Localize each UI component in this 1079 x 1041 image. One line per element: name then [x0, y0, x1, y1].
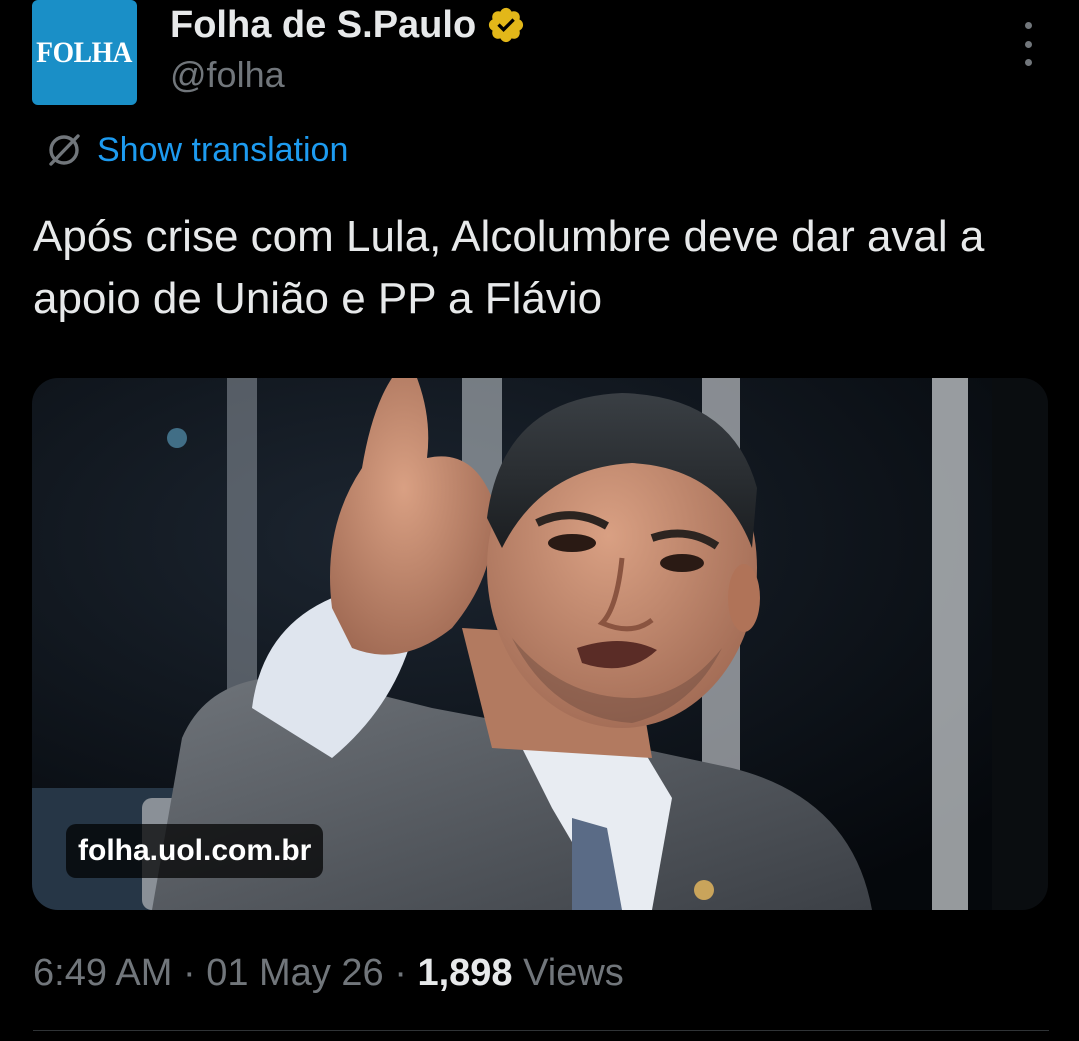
avatar[interactable]: FOLHA: [32, 0, 137, 105]
display-name[interactable]: Folha de S.Paulo: [170, 2, 476, 48]
meta-separator: ·: [394, 952, 407, 994]
link-card[interactable]: folha.uol.com.br: [32, 378, 1048, 910]
avatar-logo-text: FOLHA: [36, 35, 133, 69]
meta-separator: ·: [182, 952, 196, 994]
show-translation-label[interactable]: Show translation: [97, 128, 348, 172]
show-translation-link[interactable]: Show translation: [45, 128, 348, 172]
more-vertical-icon[interactable]: [1010, 22, 1046, 66]
views-label: Views: [523, 952, 624, 994]
gold-verified-badge-icon[interactable]: [486, 5, 526, 45]
author-name-row[interactable]: Folha de S.Paulo: [170, 2, 526, 48]
divider: [33, 1030, 1049, 1031]
card-domain-label: folha.uol.com.br: [66, 824, 324, 878]
views-count: 1,898: [417, 952, 513, 994]
tweet-text: Após crise com Lula, Alcolumbre deve dar…: [33, 212, 985, 323]
tweet-meta: 6:49 AM · 01 May 26 · 1,898 Views: [33, 948, 624, 998]
tweet: FOLHA Folha de S.Paulo @folha Show trans…: [0, 0, 1079, 1041]
tweet-date[interactable]: 01 May 26: [206, 952, 383, 994]
tweet-time[interactable]: 6:49 AM: [33, 952, 172, 994]
author-handle[interactable]: @folha: [170, 52, 285, 98]
translate-icon: [49, 134, 80, 166]
